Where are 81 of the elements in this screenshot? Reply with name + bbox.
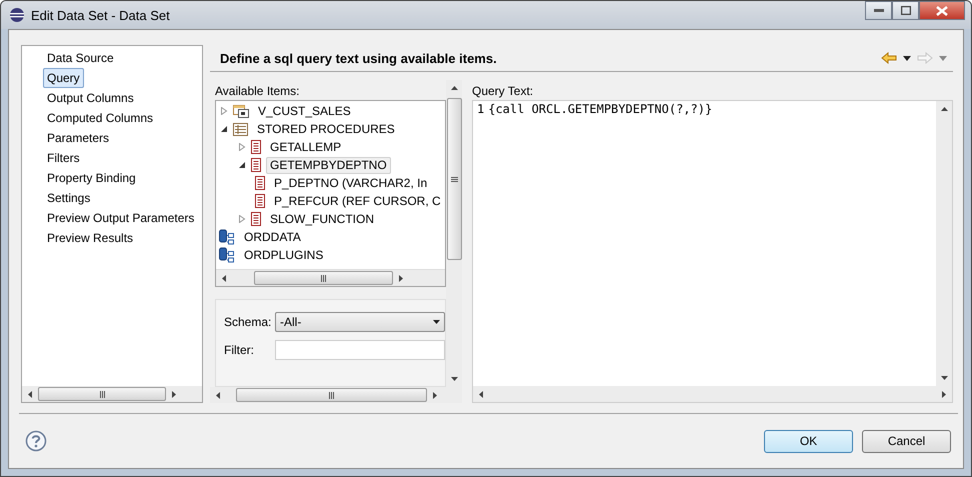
document-icon — [251, 212, 261, 226]
scroll-down-arrow-icon[interactable] — [450, 376, 458, 382]
horizontal-scrollbar[interactable] — [473, 386, 952, 402]
close-button[interactable] — [919, 1, 965, 20]
forward-arrow-icon — [917, 52, 933, 64]
minimize-button[interactable] — [865, 1, 892, 20]
expand-triangle-icon[interactable] — [238, 215, 246, 223]
maximize-icon — [900, 6, 910, 15]
horizontal-scrollbar[interactable] — [22, 386, 202, 402]
filter-input-field[interactable] — [275, 340, 445, 360]
tree-item[interactable]: GETALLEMP — [266, 138, 346, 156]
nav-item[interactable]: Parameters — [43, 128, 114, 148]
query-text-label: Query Text: — [472, 83, 534, 100]
dropdown-caret-icon — [433, 320, 440, 324]
nav-item[interactable]: Data Source — [43, 48, 118, 68]
help-icon[interactable] — [25, 430, 47, 452]
window-title: Edit Data Set - Data Set — [31, 8, 170, 22]
scroll-left-arrow-icon[interactable] — [26, 390, 34, 398]
nav-item[interactable]: Preview Output Parameters — [43, 208, 198, 228]
scroll-left-arrow-icon[interactable] — [214, 392, 222, 398]
scroll-left-arrow-icon[interactable] — [478, 390, 484, 398]
tree-item[interactable]: SLOW_FUNCTION — [266, 210, 378, 228]
document-icon — [251, 140, 261, 154]
tree-item[interactable]: GETEMPBYDEPTNO — [266, 156, 391, 174]
scroll-right-arrow-icon[interactable] — [170, 390, 178, 398]
close-icon — [936, 6, 948, 16]
dropdown-caret-icon[interactable] — [903, 56, 911, 60]
nav-item[interactable]: Settings — [43, 188, 94, 208]
tree-item[interactable]: P_DEPTNO (VARCHAR2, In — [270, 174, 432, 192]
grip-icon — [328, 392, 335, 398]
horizontal-scrollbar[interactable] — [210, 387, 462, 403]
scroll-up-arrow-icon[interactable] — [450, 84, 458, 92]
database-icon — [219, 229, 235, 245]
grip-icon — [320, 274, 328, 282]
tree-item[interactable]: ORDDATA — [240, 228, 305, 246]
query-editor[interactable]: 1 {call ORCL.GETEMPBYDEPTNO(?,?)} — [472, 100, 953, 403]
scroll-left-arrow-icon[interactable] — [220, 274, 228, 282]
table-list-icon — [233, 122, 248, 136]
document-icon — [251, 158, 261, 172]
scroll-right-arrow-icon[interactable] — [398, 274, 405, 282]
cancel-button[interactable]: Cancel — [862, 430, 951, 452]
schema-dropdown[interactable]: -All- — [275, 312, 445, 332]
collapse-triangle-icon[interactable] — [238, 161, 246, 169]
scroll-right-arrow-icon[interactable] — [432, 392, 438, 398]
page-heading: Define a sql query text using available items. — [220, 50, 497, 66]
line-number: 1 — [477, 102, 484, 116]
code-line: {call ORCL.GETEMPBYDEPTNO(?,?)} — [488, 102, 712, 116]
nav-item[interactable]: Output Columns — [43, 88, 138, 108]
minimize-icon — [874, 8, 884, 12]
horizontal-scrollbar[interactable] — [216, 269, 445, 286]
database-icon — [219, 247, 235, 263]
nav-item[interactable]: Property Binding — [43, 168, 140, 188]
vertical-scrollbar[interactable] — [446, 80, 462, 387]
vertical-scrollbar[interactable] — [936, 101, 952, 386]
collapse-triangle-icon[interactable] — [220, 125, 228, 133]
expand-triangle-icon[interactable] — [238, 143, 246, 151]
grip-icon — [98, 390, 106, 398]
nav-item[interactable]: Computed Columns — [43, 108, 158, 128]
nav-item[interactable]: Query — [43, 68, 84, 88]
maximize-button[interactable] — [892, 1, 919, 20]
expand-triangle-icon[interactable] — [220, 107, 228, 115]
scroll-right-arrow-icon[interactable] — [940, 390, 948, 398]
tree-item[interactable]: P_REFCUR (REF CURSOR, C — [270, 192, 445, 210]
back-arrow-icon[interactable] — [881, 52, 897, 64]
document-icon — [255, 194, 265, 208]
tree-item[interactable]: V_CUST_SALES — [254, 102, 355, 120]
available-items-label: Available Items: — [215, 83, 300, 100]
tree-item[interactable]: STORED PROCEDURES — [253, 120, 399, 138]
scroll-up-arrow-icon[interactable] — [940, 106, 948, 112]
tree-item[interactable]: ORDPLUGINS — [240, 246, 328, 264]
globe-icon — [9, 7, 25, 23]
nav-item[interactable]: Preview Results — [43, 228, 138, 248]
view-icon — [233, 104, 249, 118]
nav-item[interactable]: Filters — [43, 148, 84, 168]
document-icon — [255, 176, 265, 190]
grip-icon — [450, 176, 458, 182]
ok-button[interactable]: OK — [764, 430, 853, 452]
scroll-down-arrow-icon[interactable] — [940, 374, 948, 382]
filter-label: Filter: — [224, 343, 255, 357]
schema-label: Schema: — [224, 315, 269, 329]
dropdown-caret-icon — [939, 56, 947, 60]
